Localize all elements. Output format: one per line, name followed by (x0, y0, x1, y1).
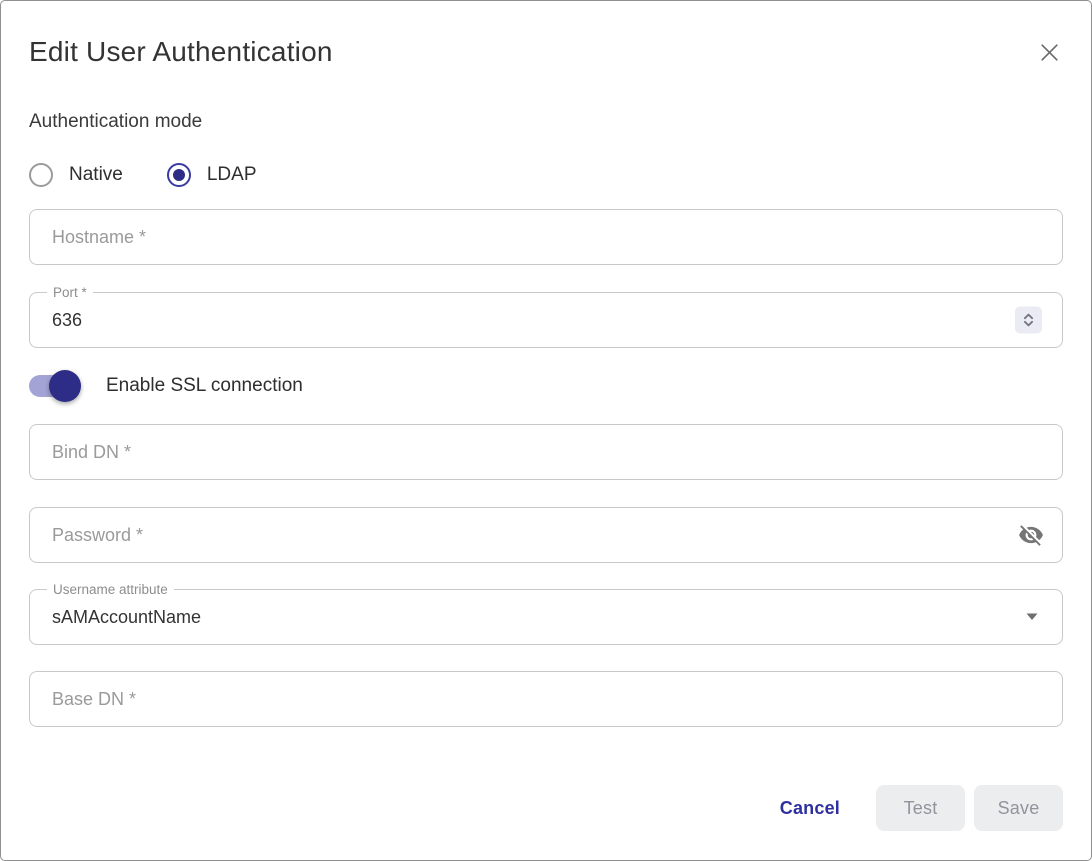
dialog-header: Edit User Authentication (29, 1, 1063, 72)
username-attribute-value: sAMAccountName (52, 607, 201, 628)
ssl-toggle[interactable] (29, 375, 77, 397)
radio-ldap[interactable]: LDAP (167, 163, 257, 187)
auth-mode-radio-group: Native LDAP (29, 161, 1063, 189)
visibility-off-icon (1018, 522, 1044, 548)
base-dn-field (29, 671, 1063, 727)
radio-native-icon (29, 163, 53, 187)
port-input[interactable] (52, 310, 1040, 331)
radio-native-label: Native (69, 164, 123, 186)
port-field-label: Port * (47, 283, 93, 302)
close-icon (1036, 39, 1063, 66)
port-field: Port * (29, 292, 1063, 348)
port-stepper[interactable] (1015, 307, 1042, 334)
ssl-toggle-thumb (49, 370, 81, 402)
radio-native[interactable]: Native (29, 163, 123, 187)
dialog-actions: Cancel Test Save (780, 785, 1063, 831)
hostname-input[interactable] (52, 227, 1040, 248)
test-button[interactable]: Test (876, 785, 965, 831)
ssl-toggle-label: Enable SSL connection (106, 375, 303, 397)
username-attribute-field[interactable]: Username attribute sAMAccountName (29, 589, 1063, 645)
auth-mode-label: Authentication mode (29, 111, 1063, 133)
hostname-field (29, 209, 1063, 265)
page-title: Edit User Authentication (29, 34, 333, 70)
bind-dn-input[interactable] (52, 442, 1040, 463)
edit-user-authentication-dialog: Edit User Authentication Authentication … (0, 0, 1092, 861)
password-input[interactable] (52, 525, 1040, 546)
base-dn-input[interactable] (52, 689, 1040, 710)
ssl-toggle-row: Enable SSL connection (29, 370, 1063, 402)
password-field (29, 507, 1063, 563)
radio-ldap-label: LDAP (207, 164, 257, 186)
chevron-down-icon (1026, 613, 1038, 621)
save-button[interactable]: Save (974, 785, 1063, 831)
bind-dn-field (29, 424, 1063, 480)
close-button[interactable] (1029, 32, 1069, 72)
username-attribute-dropdown-button[interactable] (1026, 613, 1038, 621)
username-attribute-label: Username attribute (47, 580, 174, 599)
toggle-password-visibility-button[interactable] (1018, 522, 1044, 548)
cancel-button[interactable]: Cancel (780, 798, 840, 819)
radio-ldap-icon (167, 163, 191, 187)
number-stepper-icon (1020, 312, 1037, 329)
